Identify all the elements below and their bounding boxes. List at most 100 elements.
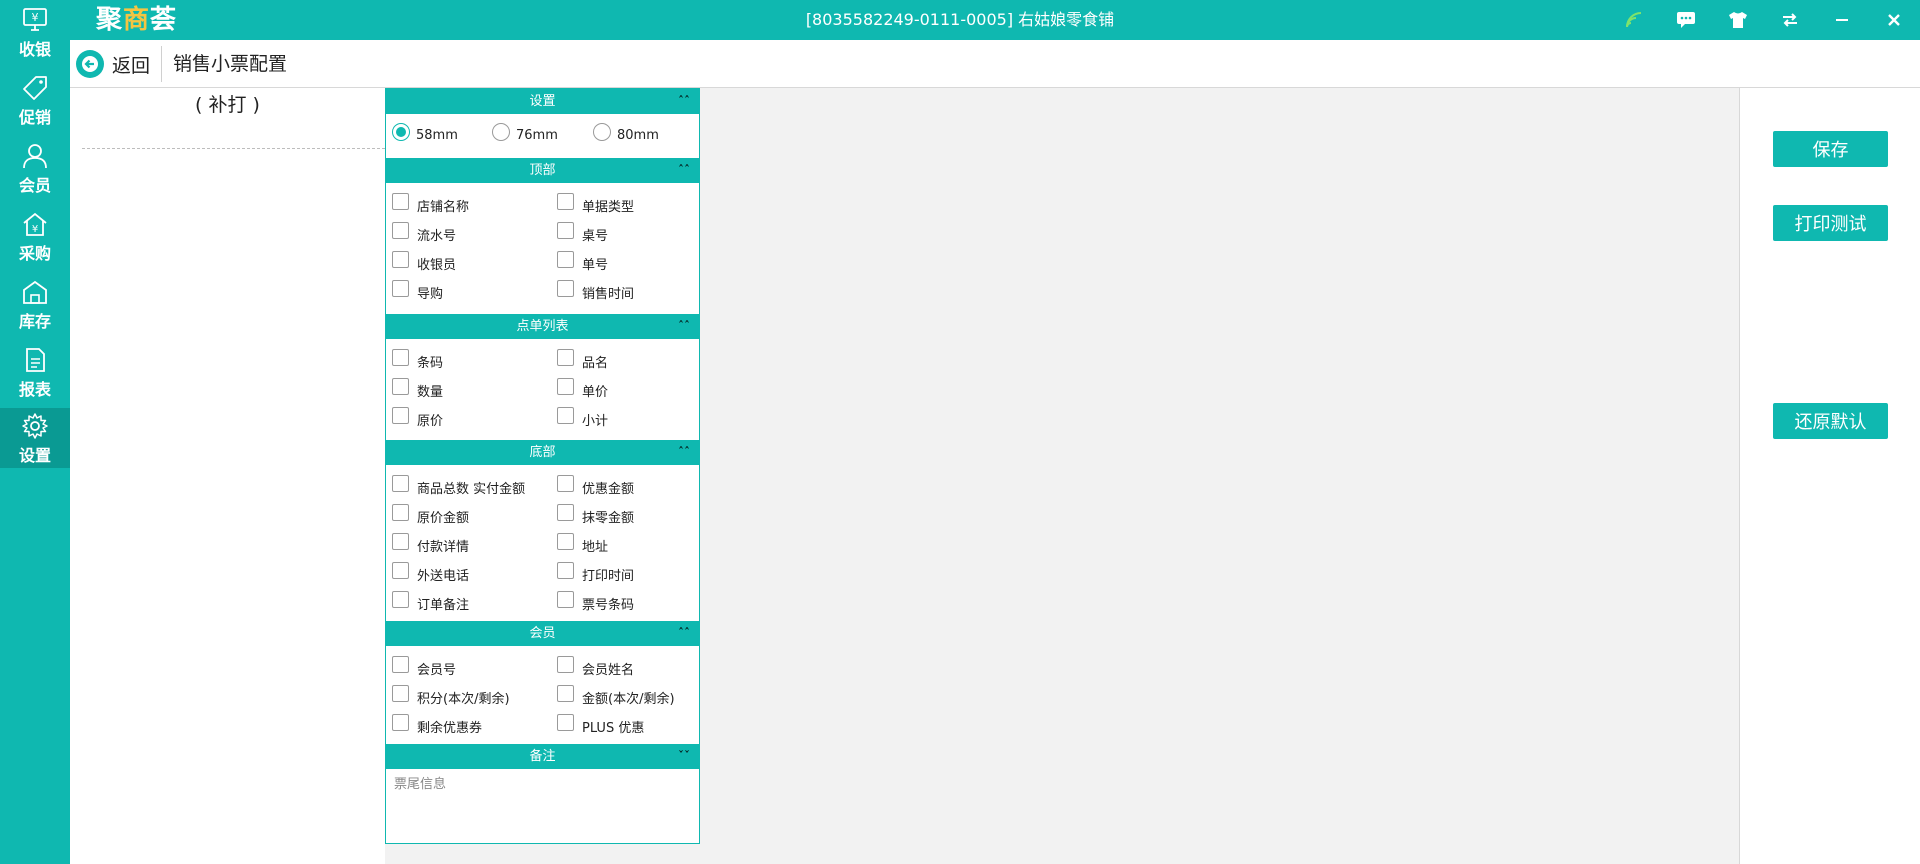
checkbox-balance[interactable]: 金额(本次/剩余) [557,684,675,707]
checkbox[interactable] [392,250,409,268]
back-button[interactable]: 返回 [76,48,150,80]
checkbox[interactable] [392,561,409,579]
checkbox[interactable] [557,684,574,702]
checkbox[interactable] [557,377,574,395]
checkbox[interactable] [557,221,574,239]
checkbox-points[interactable]: 积分(本次/剩余) [392,684,510,707]
checkbox-remaining-coupons[interactable]: 剩余优惠券 [392,713,482,736]
section-header-remark[interactable]: 备注 ˇˇ [386,744,699,769]
checkbox[interactable] [392,192,409,210]
checkbox[interactable] [392,279,409,297]
checkbox-plus-discount[interactable]: PLUS 优惠 [557,713,644,736]
sidebar-item-inventory[interactable]: 库存 [0,274,70,340]
checkbox[interactable] [557,474,574,492]
collapse-icon[interactable]: ˆˆ [678,314,690,339]
close-icon[interactable] [1868,0,1920,40]
wifi-icon[interactable] [1608,0,1660,40]
checkbox[interactable] [557,279,574,297]
checkbox-doc-type[interactable]: 单据类型 [557,192,634,215]
collapse-icon[interactable]: ˆˆ [678,89,690,114]
checkbox[interactable] [392,474,409,492]
checkbox-payment-details[interactable]: 付款详情 [392,532,469,555]
save-button[interactable]: 保存 [1773,131,1888,167]
checkbox[interactable] [557,503,574,521]
checkbox[interactable] [392,590,409,608]
shirt-icon[interactable] [1712,0,1764,40]
checkbox[interactable] [557,250,574,268]
expand-icon[interactable]: ˇˇ [678,744,690,769]
checkbox-original-amount[interactable]: 原价金额 [392,503,469,526]
sidebar-item-purchase[interactable]: ¥ 采购 [0,206,70,272]
collapse-icon[interactable]: ˆˆ [678,621,690,646]
sidebar-item-cashier[interactable]: ¥ 收银 [0,2,70,68]
radio-80mm[interactable]: 80mm [593,123,659,145]
checkbox-table-no[interactable]: 桌号 [557,221,608,244]
checkbox[interactable] [557,406,574,424]
minimize-icon[interactable] [1816,0,1868,40]
checkbox-order-no[interactable]: 单号 [557,250,608,273]
checkbox-address[interactable]: 地址 [557,532,608,555]
checkbox-cashier[interactable]: 收银员 [392,250,456,273]
cashier-icon: ¥ [23,8,47,31]
section-header-settings[interactable]: 设置 ˆˆ [386,89,699,114]
checkbox[interactable] [392,713,409,731]
checkbox-barcode[interactable]: 条码 [392,348,443,371]
checkbox-member-name[interactable]: 会员姓名 [557,655,634,678]
checkbox[interactable] [392,532,409,550]
checkbox-guide[interactable]: 导购 [392,279,443,302]
title-bar: 聚商荟 [8035582249-0111-0005] 右姑娘零食铺 [0,0,1920,40]
switch-icon[interactable] [1764,0,1816,40]
radio-button[interactable] [593,123,611,141]
checkbox-unit-price[interactable]: 单价 [557,377,608,400]
checkbox[interactable] [557,561,574,579]
checkbox-print-time[interactable]: 打印时间 [557,561,634,584]
checkbox-discount-amount[interactable]: 优惠金额 [557,474,634,497]
section-header-bottom[interactable]: 底部 ˆˆ [386,440,699,465]
sidebar-item-member[interactable]: 会员 [0,138,70,204]
checkbox-rounding-amount[interactable]: 抹零金额 [557,503,634,526]
warehouse-icon [23,280,47,304]
restore-default-button[interactable]: 还原默认 [1773,403,1888,439]
sidebar-item-settings[interactable]: 设置 [0,408,70,468]
message-icon[interactable] [1660,0,1712,40]
checkbox-subtotal[interactable]: 小计 [557,406,608,429]
section-header-top[interactable]: 顶部 ˆˆ [386,158,699,183]
checkbox[interactable] [392,655,409,673]
section-header-order-list[interactable]: 点单列表 ˆˆ [386,314,699,339]
radio-76mm[interactable]: 76mm [492,123,558,145]
sidebar-item-report[interactable]: 报表 [0,342,70,408]
checkbox[interactable] [557,348,574,366]
checkbox[interactable] [392,221,409,239]
checkbox[interactable] [392,348,409,366]
checkbox[interactable] [557,532,574,550]
checkbox-original-price[interactable]: 原价 [392,406,443,429]
checkbox-member-no[interactable]: 会员号 [392,655,456,678]
remark-input[interactable]: 票尾信息 [394,773,446,792]
radio-button[interactable] [392,123,410,141]
checkbox[interactable] [392,684,409,702]
checkbox-serial-no[interactable]: 流水号 [392,221,456,244]
radio-58mm[interactable]: 58mm [392,123,458,145]
collapse-icon[interactable]: ˆˆ [678,440,690,465]
checkbox-delivery-phone[interactable]: 外送电话 [392,561,469,584]
print-test-button[interactable]: 打印测试 [1773,205,1888,241]
checkbox-product-name[interactable]: 品名 [557,348,608,371]
checkbox[interactable] [557,192,574,210]
radio-button[interactable] [492,123,510,141]
checkbox-order-note[interactable]: 订单备注 [392,590,469,613]
tag-icon [23,76,47,100]
checkbox-store-name[interactable]: 店铺名称 [392,192,469,215]
checkbox-ticket-barcode[interactable]: 票号条码 [557,590,634,613]
checkbox[interactable] [392,503,409,521]
checkbox[interactable] [392,377,409,395]
checkbox-sale-time[interactable]: 销售时间 [557,279,634,302]
checkbox[interactable] [557,590,574,608]
collapse-icon[interactable]: ˆˆ [678,158,690,183]
section-header-member[interactable]: 会员 ˆˆ [386,621,699,646]
sidebar-item-promotion[interactable]: 促销 [0,70,70,136]
checkbox[interactable] [557,655,574,673]
checkbox[interactable] [557,713,574,731]
checkbox[interactable] [392,406,409,424]
checkbox-total-count-paid[interactable]: 商品总数 实付金额 [392,474,525,497]
checkbox-quantity[interactable]: 数量 [392,377,443,400]
